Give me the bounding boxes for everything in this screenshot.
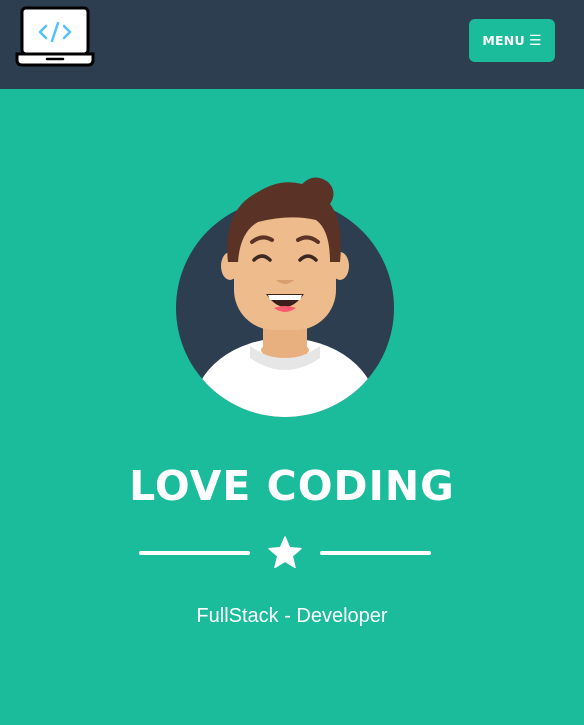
menu-label: MENU [482,33,525,48]
star-icon [268,536,302,569]
masthead-title: LOVE CODING [129,462,455,510]
divider-line-right [320,551,431,555]
brand-logo[interactable] [15,5,95,69]
navbar: MENU ☰ [0,0,584,89]
laptop-code-icon [15,6,95,67]
menu-button[interactable]: MENU ☰ [469,19,555,62]
masthead-subtitle: FullStack - Developer [196,605,388,627]
developer-avatar [176,177,394,417]
divider-line-left [139,551,250,555]
hamburger-icon: ☰ [528,32,542,49]
star-divider [139,534,431,572]
